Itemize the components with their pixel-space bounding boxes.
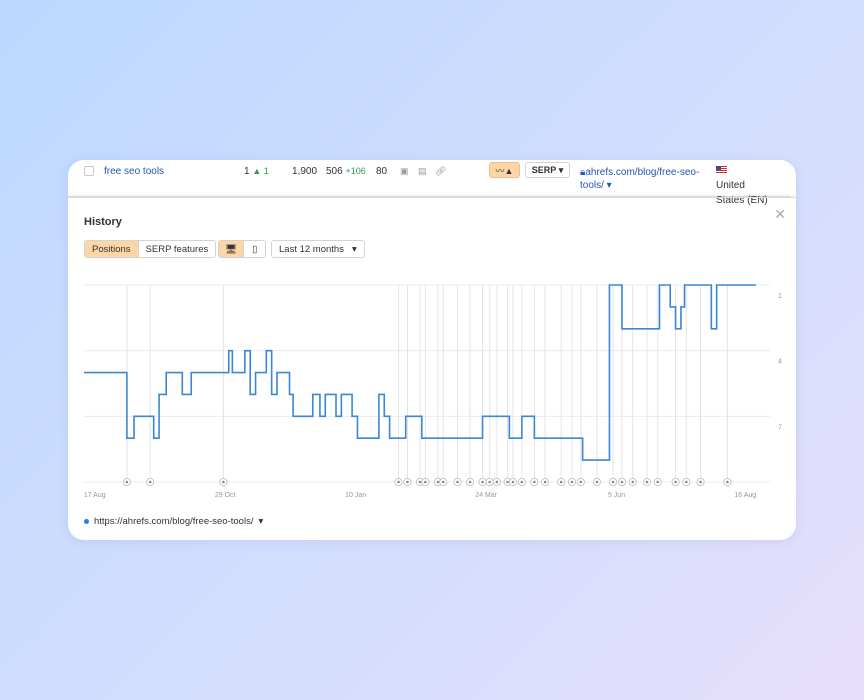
annotation-marker-dot — [620, 480, 624, 484]
annotation-marker-dot — [699, 480, 702, 484]
x-tick-label: 29 Oct — [215, 492, 236, 499]
annotation-marker-dot — [543, 480, 547, 484]
annotation-marker-dot — [579, 480, 583, 484]
url-text: ahrefs.com/blog/free-seo-tools/ — [580, 167, 700, 191]
annotation-marker-dot — [468, 480, 472, 484]
legend-dot — [84, 519, 89, 524]
serp-button-label: SERP — [531, 165, 557, 175]
annotation-marker-dot — [656, 480, 660, 484]
chart-legend[interactable]: https://ahrefs.com/blog/free-seo-tools/ ▾ — [84, 516, 263, 527]
annotation-marker-dot — [424, 480, 427, 484]
y-tick-label: 7 — [778, 424, 782, 431]
annotation-marker-dot — [511, 480, 515, 484]
position-change: ▲ 1 — [252, 166, 269, 176]
link-icon: 🔗︎ — [435, 166, 447, 176]
annotation-marker-dot — [559, 480, 563, 484]
annotation-marker-dot — [436, 480, 440, 484]
x-tick-label: 5 Jun — [608, 492, 625, 499]
keyword-link[interactable]: free seo tools — [104, 166, 164, 177]
x-tick-label: 24 Mar — [475, 492, 497, 499]
position-cell: 1 ▲ 1 — [244, 166, 269, 177]
y-tick-label: 1 — [778, 293, 782, 300]
position-change-value: 1 — [263, 166, 269, 176]
annotation-marker-dot — [125, 480, 129, 484]
annotation-marker-dot — [481, 480, 484, 484]
history-panel: History ✕ Positions SERP features 🖥︎ ▯ L… — [68, 197, 796, 540]
kd-change: +106 — [345, 166, 366, 176]
news-icon: ▤ — [418, 166, 427, 176]
url-link[interactable]: 🔒︎ahrefs.com/blog/free-seo-tools/ ▾ — [580, 166, 710, 192]
annotation-marker-dot — [495, 480, 499, 484]
annotation-marker-dot — [397, 480, 400, 484]
annotation-marker-dot — [406, 480, 409, 484]
y-tick-label: 4 — [778, 359, 782, 366]
row-checkbox[interactable] — [84, 166, 94, 176]
annotation-marker-dot — [456, 480, 459, 484]
annotation-marker-dot — [222, 480, 225, 484]
x-tick-label: 10 Jan — [345, 492, 366, 499]
x-tick-label: 16 Aug — [734, 492, 756, 499]
flag-us-icon — [716, 166, 727, 173]
annotation-marker-dot — [533, 480, 536, 484]
annotation-marker-dot — [520, 480, 524, 484]
trend-icon: 〰▲ — [495, 165, 514, 176]
keyword-card: free seo tools 1 ▲ 1 1,900 506 +106 80 ▣… — [68, 160, 796, 540]
x-tick-label: 17 Aug — [84, 492, 106, 499]
annotation-marker-dot — [570, 480, 574, 484]
annotation-marker-dot — [148, 480, 152, 484]
annotation-marker-dot — [645, 480, 649, 484]
annotation-marker-dot — [488, 480, 492, 484]
position-value: 1 — [244, 166, 250, 177]
position-history-chart: 1 4 7 17 Aug 29 Oct 10 Jan 24 Mar 5 Jun 16 Aug — [84, 284, 782, 499]
annotation-marker-dot — [611, 480, 615, 484]
trend-toggle-button[interactable]: 〰▲ — [489, 162, 520, 178]
serp-feature-icon: ▣ — [400, 166, 409, 176]
annotation-marker-dot — [506, 480, 509, 484]
serp-button[interactable]: SERP ▾ — [525, 162, 570, 178]
annotation-marker-dot — [726, 480, 729, 484]
annotation-marker-dot — [631, 480, 634, 484]
volume-cell: 1,900 — [292, 166, 318, 177]
keyword-row: free seo tools 1 ▲ 1 1,900 506 +106 80 ▣… — [68, 160, 790, 206]
kd-value: 506 — [326, 166, 343, 177]
annotation-marker-dot — [441, 480, 445, 484]
traffic-cell: 80 — [376, 166, 388, 177]
annotation-marker-dot — [595, 480, 599, 484]
kd-cell: 506 +106 — [326, 166, 366, 177]
annotation-marker-dot — [674, 480, 677, 484]
chevron-down-icon: ▾ — [258, 516, 264, 527]
annotation-marker-dot — [684, 480, 688, 484]
annotation-marker-dot — [418, 480, 422, 484]
legend-label: https://ahrefs.com/blog/free-seo-tools/ — [94, 516, 254, 527]
